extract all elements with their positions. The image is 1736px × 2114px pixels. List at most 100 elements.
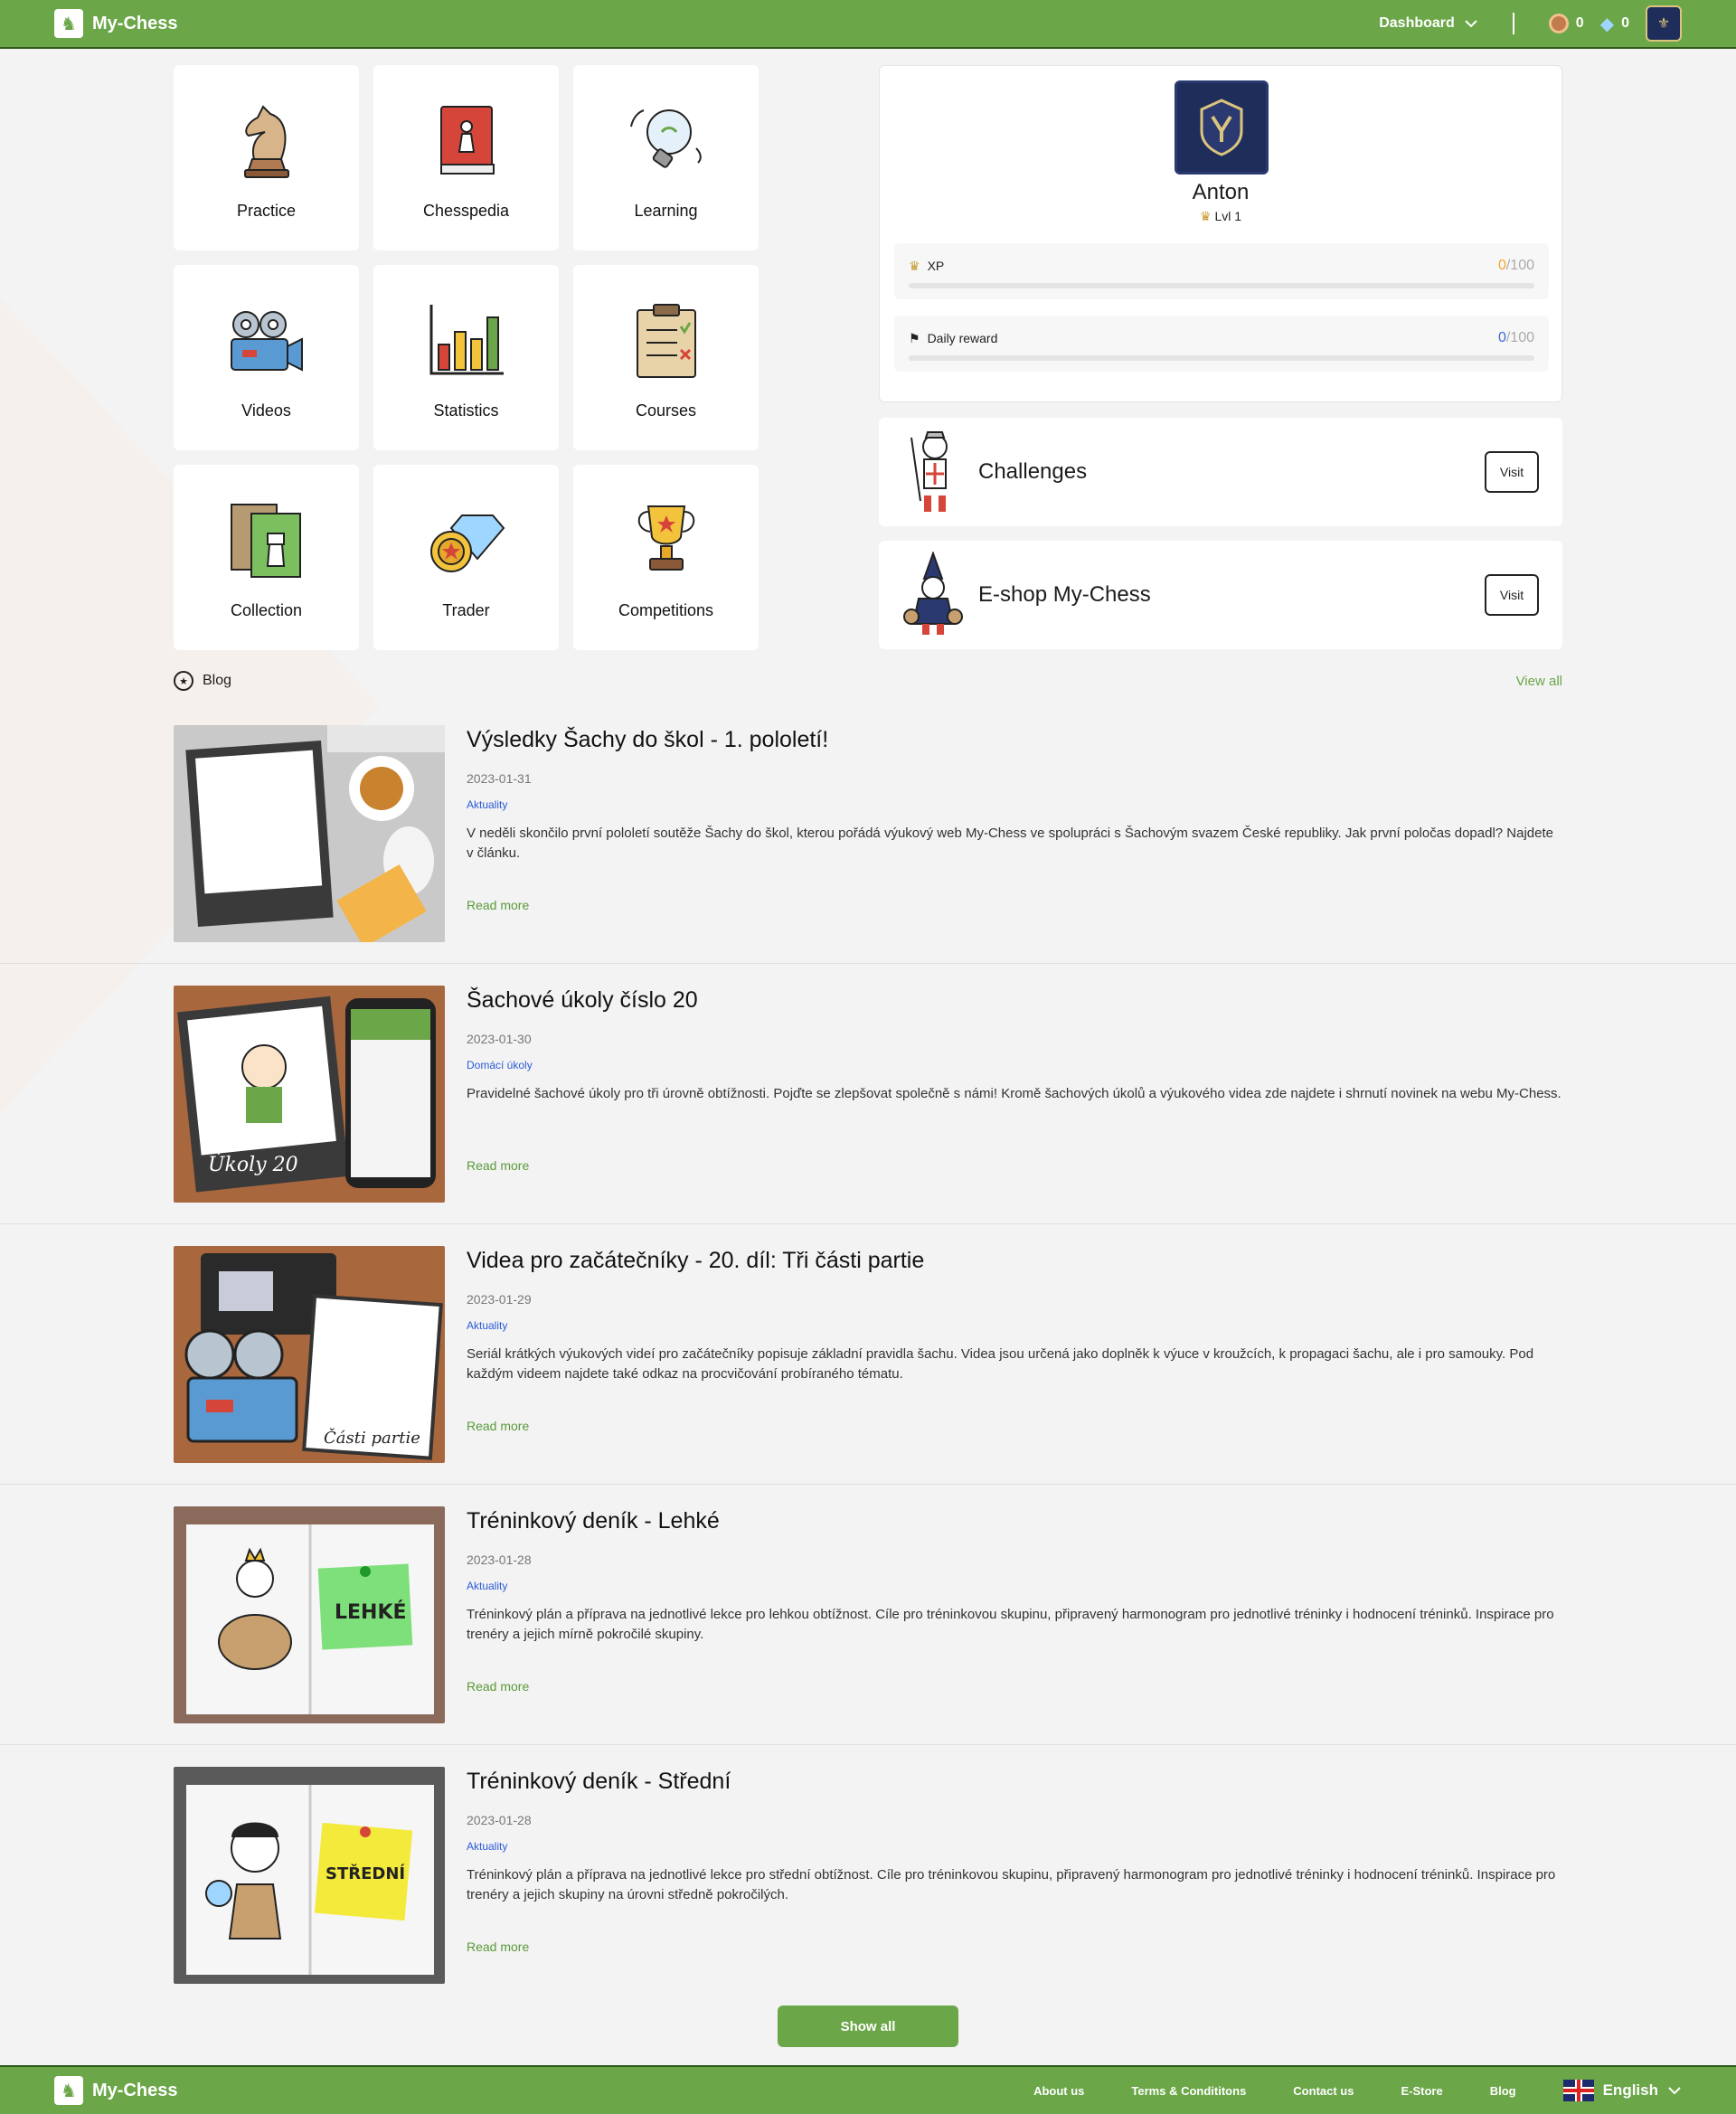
knight-icon	[222, 95, 312, 185]
gem-count: 0	[1621, 15, 1629, 31]
post-title[interactable]: Tréninkový deník - Lehké	[467, 1508, 1562, 1534]
view-all-link[interactable]: View all	[1516, 674, 1562, 689]
read-more-link[interactable]: Read more	[467, 1158, 1562, 1173]
logo-icon: ♞	[54, 2076, 83, 2105]
footer-link-contact[interactable]: Contact us	[1293, 2084, 1354, 2098]
post-date: 2023-01-31	[467, 771, 532, 786]
coin-count: 0	[1575, 15, 1584, 31]
post-thumbnail[interactable]: Úkoly 20	[174, 986, 445, 1203]
tile-competitions[interactable]: Competitions	[573, 465, 759, 650]
daily-value: 0/100	[1497, 330, 1534, 345]
eshop-title: E-shop My-Chess	[978, 582, 1151, 607]
brand-name: My-Chess	[92, 2080, 178, 2100]
challenges-title: Challenges	[978, 459, 1088, 484]
post-title[interactable]: Šachové úkoly číslo 20	[467, 987, 1562, 1014]
post-thumbnail[interactable]: Části partie	[174, 1246, 445, 1463]
xp-label: XP	[927, 259, 945, 273]
wizard-character-icon	[903, 552, 963, 635]
diamond-coin-icon	[421, 495, 512, 585]
read-more-link[interactable]: Read more	[467, 898, 1562, 912]
tile-label: Courses	[635, 401, 697, 420]
post-tag[interactable]: Aktuality	[467, 1319, 1562, 1332]
uk-flag-icon	[1562, 2080, 1594, 2101]
blog-post: Úkoly 20 Šachové úkoly číslo 20 2023-01-…	[0, 964, 1736, 1224]
dashboard-menu[interactable]: Dashboard	[1379, 15, 1478, 32]
coin-counter: 0	[1548, 14, 1584, 33]
thumb-caption: STŘEDNÍ	[326, 1864, 405, 1883]
post-title[interactable]: Výsledky Šachy do škol - 1. pololetí!	[467, 727, 1562, 753]
clipboard-icon	[621, 295, 712, 385]
video-camera-icon	[222, 295, 312, 385]
blog-icon: ★	[174, 671, 193, 691]
challenges-visit-button[interactable]: Visit	[1485, 451, 1539, 493]
language-label: English	[1602, 2081, 1658, 2099]
tile-statistics[interactable]: Statistics	[373, 265, 559, 450]
post-thumbnail[interactable]: STŘEDNÍ	[174, 1767, 445, 1984]
trophy-icon	[621, 495, 712, 585]
chevron-down-icon	[1668, 2087, 1681, 2095]
post-tag[interactable]: Aktuality	[467, 1840, 1562, 1853]
tile-chesspedia[interactable]: Chesspedia	[373, 65, 559, 250]
footer-link-terms[interactable]: Terms & Condititons	[1131, 2084, 1246, 2098]
gem-counter: ◆ 0	[1600, 13, 1629, 35]
flag-icon: ⚑	[909, 330, 920, 345]
tile-videos[interactable]: Videos	[174, 265, 359, 450]
brand-logo[interactable]: ♞ My-Chess	[54, 9, 177, 38]
level-text: Lvl 1	[1214, 209, 1242, 223]
footer-link-estore[interactable]: E-Store	[1401, 2084, 1442, 2098]
blog-header: ★ Blog View all	[174, 671, 1562, 691]
tile-label: Trader	[442, 601, 490, 619]
cards-icon	[222, 495, 312, 585]
post-thumbnail[interactable]: LEHKÉ	[174, 1506, 445, 1723]
dashboard-label: Dashboard	[1379, 15, 1455, 31]
post-title[interactable]: Tréninkový deník - Střední	[467, 1769, 1562, 1795]
post-thumbnail[interactable]	[174, 725, 445, 942]
blog-post: Části partie Videa pro začátečníky - 20.…	[0, 1224, 1736, 1485]
crest-icon: ⚜	[1656, 16, 1671, 32]
eshop-visit-button[interactable]: Visit	[1485, 574, 1539, 616]
profile-avatar[interactable]	[1175, 80, 1269, 175]
tile-label: Collection	[230, 601, 303, 619]
read-more-link[interactable]: Read more	[467, 1679, 1562, 1694]
brand-name: My-Chess	[92, 13, 178, 33]
user-avatar[interactable]: ⚜	[1646, 5, 1682, 42]
challenges-card: Challenges Visit	[879, 418, 1562, 526]
lightbulb-icon	[621, 95, 712, 185]
crest-icon	[1200, 99, 1243, 156]
post-tag[interactable]: Domácí úkoly	[467, 1059, 1562, 1071]
blog-post: STŘEDNÍ Tréninkový deník - Střední 2023-…	[0, 1745, 1736, 2005]
post-title[interactable]: Videa pro začátečníky - 20. díl: Tři čás…	[467, 1248, 1562, 1274]
footer-link-about[interactable]: About us	[1033, 2084, 1084, 2098]
post-tag[interactable]: Aktuality	[467, 798, 1562, 811]
show-all-button[interactable]: Show all	[778, 2005, 958, 2047]
tile-courses[interactable]: Courses	[573, 265, 759, 450]
tile-learning[interactable]: Learning	[573, 65, 759, 250]
post-date: 2023-01-28	[467, 1813, 532, 1827]
blog-post: Výsledky Šachy do škol - 1. pololetí! 20…	[0, 703, 1736, 964]
post-tag[interactable]: Aktuality	[467, 1580, 1562, 1592]
footer-link-blog[interactable]: Blog	[1490, 2084, 1516, 2098]
book-icon	[421, 95, 512, 185]
header-divider	[1512, 13, 1514, 34]
footer: ♞ My-Chess About us Terms & Condititons …	[0, 2065, 1736, 2114]
read-more-link[interactable]: Read more	[467, 1939, 1562, 1954]
tile-practice[interactable]: Practice	[174, 65, 359, 250]
coin-icon	[1548, 14, 1569, 33]
tile-label: Statistics	[433, 401, 499, 420]
gem-icon: ◆	[1599, 14, 1615, 34]
xp-bar-card: ♛ XP 0/100	[894, 243, 1549, 299]
post-excerpt: Tréninkový plán a příprava na jednotlivé…	[467, 1867, 1556, 1902]
blog-post: LEHKÉ Tréninkový deník - Lehké 2023-01-2…	[0, 1485, 1736, 1745]
tile-trader[interactable]: Trader	[373, 465, 559, 650]
daily-reward-card: ⚑ Daily reward 0/100	[894, 316, 1549, 372]
tile-label: Learning	[634, 202, 698, 220]
thumb-caption: LEHKÉ	[335, 1600, 407, 1624]
tile-collection[interactable]: Collection	[174, 465, 359, 650]
daily-label: Daily reward	[927, 331, 998, 345]
language-selector[interactable]: English	[1562, 2080, 1682, 2101]
footer-logo[interactable]: ♞ My-Chess	[54, 2076, 177, 2105]
feature-tiles: Practice Chesspedia Learning Videos Stat…	[174, 65, 759, 650]
xp-value: 0/100	[1497, 258, 1534, 273]
profile-name: Anton	[1192, 180, 1250, 204]
read-more-link[interactable]: Read more	[467, 1419, 1562, 1433]
